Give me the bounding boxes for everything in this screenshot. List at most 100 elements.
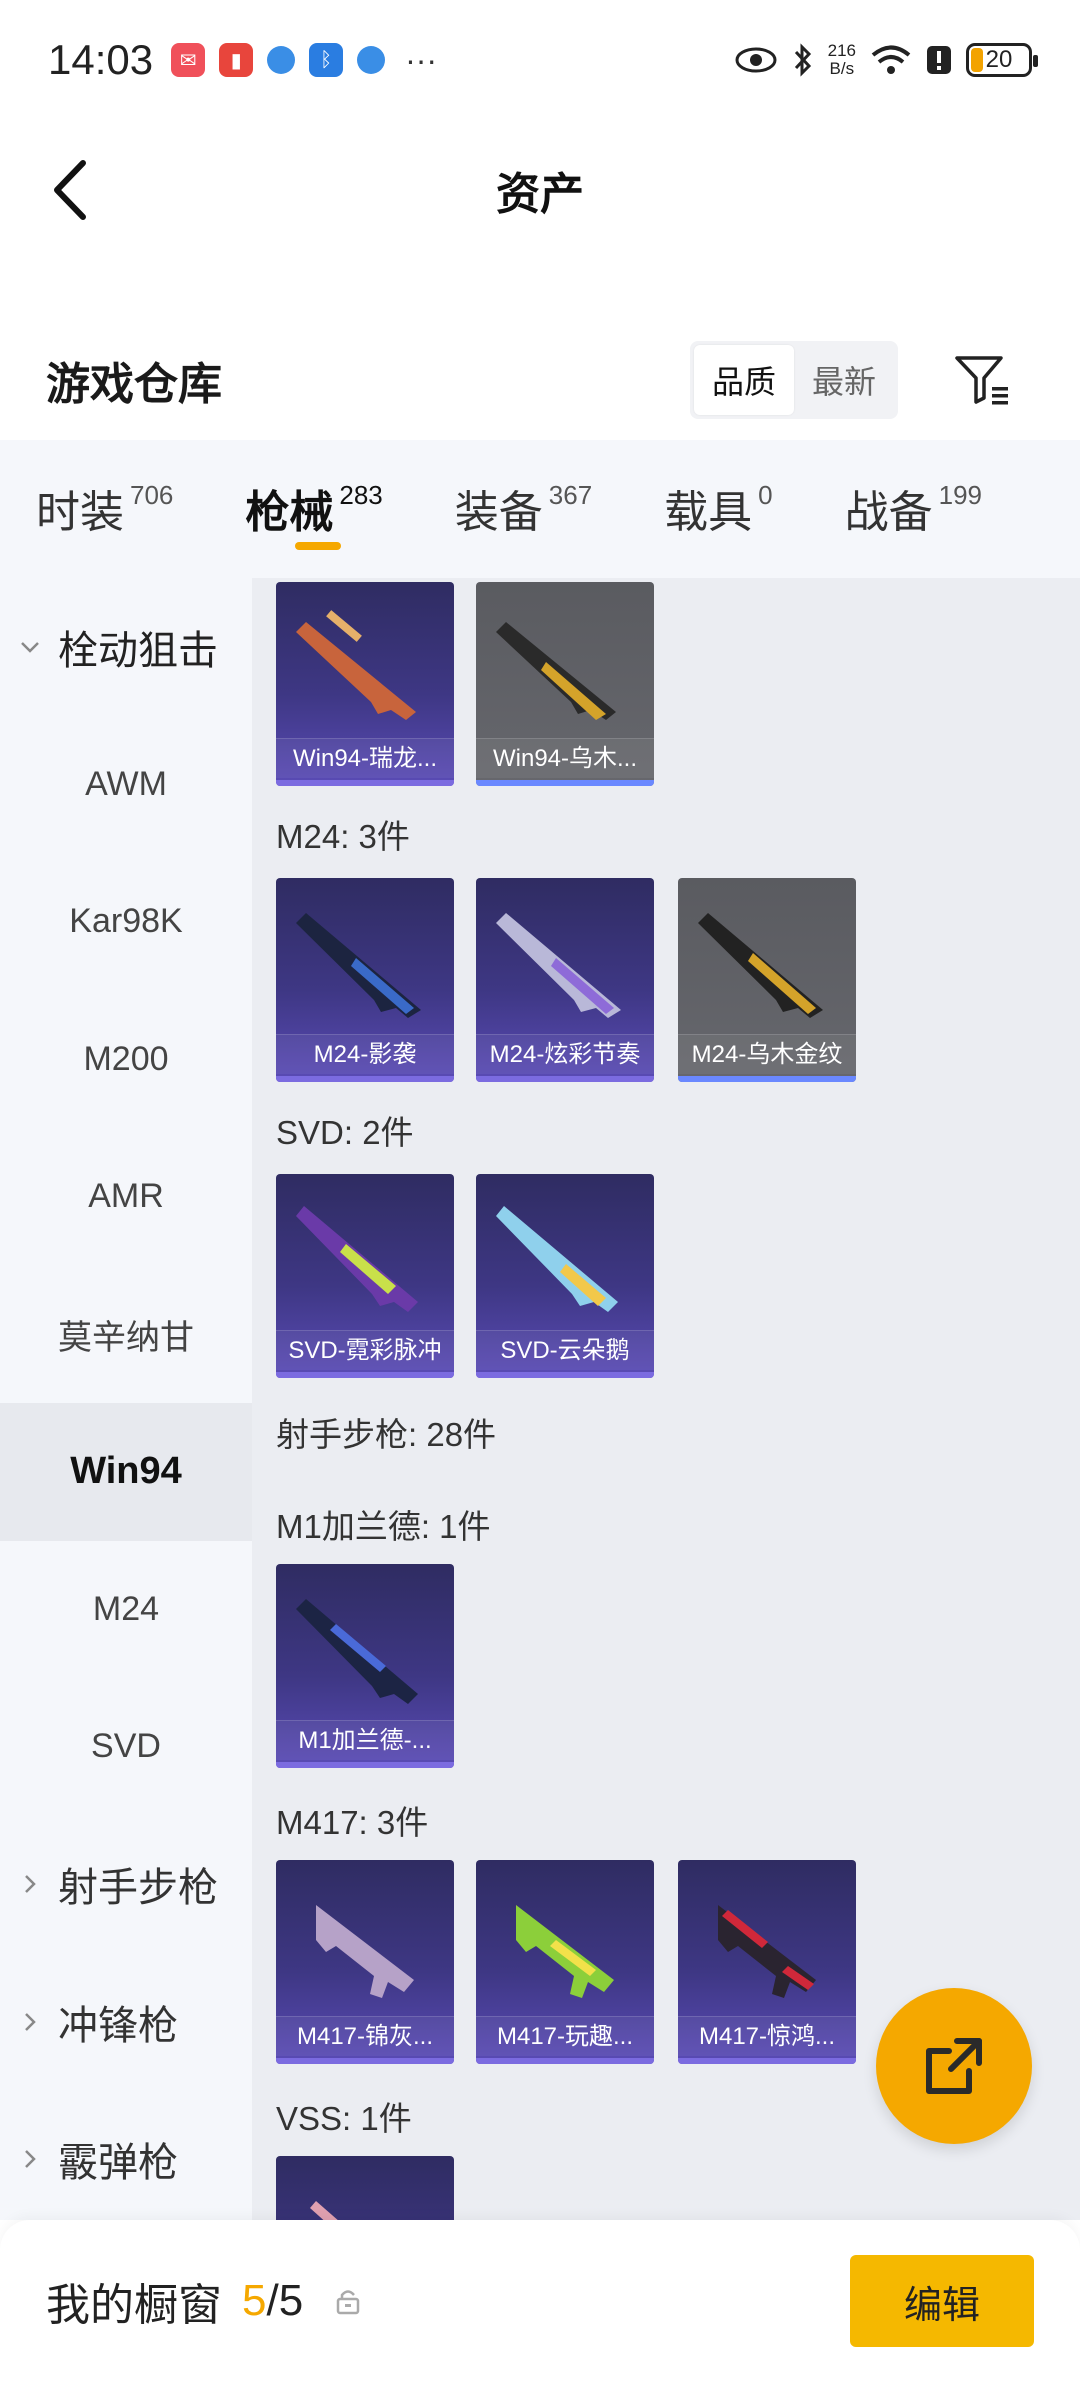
showcase-current: 5 — [242, 2276, 267, 2325]
rifle-icon — [496, 1206, 618, 1312]
item-card[interactable]: SVD-霓彩脉冲 — [276, 1174, 454, 1378]
sidebar-item-kar98k[interactable]: Kar98K — [0, 853, 252, 991]
active-tab-indicator — [295, 542, 342, 550]
rifle-icon — [516, 1905, 614, 1998]
lock-icon — [336, 2290, 360, 2315]
sidebar-item-label: 栓动狙击 — [58, 628, 218, 673]
tab-count: 0 — [758, 480, 773, 510]
bluetooth-app-icon: ᛒ — [309, 43, 344, 77]
showcase-separator: / — [266, 2276, 279, 2325]
status-time: 14:03 — [48, 36, 154, 83]
sidebar-item-label: SVD — [91, 1727, 161, 1766]
battery-alert-app-icon: ▮ — [219, 43, 254, 77]
mail-app-icon: ✉ — [171, 43, 206, 77]
item-card[interactable]: M417-惊鸿... — [678, 1860, 856, 2064]
rifle-icon — [310, 2201, 338, 2220]
sidebar-item-label: AWM — [85, 764, 167, 803]
sidebar-item-label: 霰弹枪 — [58, 2141, 178, 2186]
tab-equipment[interactable]: 装备 367 — [455, 476, 592, 540]
item-card[interactable]: M1加兰德-... — [276, 1564, 454, 1768]
browser-app-icon-2 — [357, 46, 386, 74]
sidebar-item-label: M200 — [83, 1039, 169, 1078]
tab-count: 706 — [130, 480, 174, 510]
rifle-icon — [496, 622, 616, 720]
sidebar-group-bolt-sniper[interactable]: 栓动狙击 — [0, 578, 252, 716]
weapon-grid: Win94-瑞龙... Win94-乌木... M24: 3件 M24-影袭 M… — [252, 578, 1080, 2220]
showcase-bar: 我的橱窗 5/5 编辑 — [0, 2220, 1080, 2382]
network-speed-unit: B/s — [829, 59, 855, 78]
group-label-m24: M24: 3件 — [276, 818, 410, 855]
sidebar-item-label: 射手步枪 — [58, 1866, 218, 1911]
app-header: 资产 — [0, 120, 1080, 260]
sidebar-item-mosin[interactable]: 莫辛纳甘 — [0, 1266, 252, 1404]
tab-count: 283 — [339, 480, 383, 510]
item-card[interactable] — [276, 2156, 454, 2220]
item-name: Win94-乌木... — [476, 738, 654, 778]
item-card[interactable]: SVD-云朵鹅 — [476, 1174, 654, 1378]
tab-label: 时装 — [36, 488, 124, 537]
rifle-icon — [496, 913, 621, 1018]
tab-guns[interactable]: 枪械 283 — [245, 476, 383, 550]
chevron-right-icon — [25, 2150, 36, 2169]
sidebar-item-label: AMR — [88, 1177, 164, 1216]
chevron-down-icon — [21, 641, 39, 653]
tab-supplies[interactable]: 战备 199 — [845, 476, 982, 540]
rarity-bar — [476, 2058, 654, 2064]
warehouse-title: 游戏仓库 — [46, 360, 222, 409]
item-card[interactable]: M24-影袭 — [276, 878, 454, 1082]
tab-vehicles[interactable]: 载具 0 — [664, 476, 772, 540]
sidebar-group-marksman[interactable]: 射手步枪 — [0, 1816, 252, 1954]
sidebar-item-label: Win94 — [70, 1450, 182, 1493]
sidebar-group-shotgun[interactable]: 霰弹枪 — [0, 2091, 252, 2229]
sidebar-item-m24[interactable]: M24 — [0, 1541, 252, 1679]
rarity-bar — [476, 780, 654, 786]
share-button[interactable] — [876, 1988, 1032, 2144]
item-card[interactable]: Win94-乌木... — [476, 582, 654, 786]
item-card[interactable]: M24-乌木金纹 — [678, 878, 856, 1082]
item-card[interactable]: Win94-瑞龙... — [276, 582, 454, 786]
alert-icon — [927, 46, 951, 74]
sidebar-item-svd[interactable]: SVD — [0, 1678, 252, 1816]
item-name: SVD-霓彩脉冲 — [276, 1330, 454, 1370]
item-card[interactable]: M417-玩趣... — [476, 1860, 654, 2064]
tab-fashion[interactable]: 时装 706 — [36, 476, 173, 540]
filter-button[interactable] — [950, 347, 1016, 413]
sidebar-item-win94[interactable]: Win94 — [0, 1403, 252, 1541]
group-label-m1garand: M1加兰德: 1件 — [276, 1508, 491, 1545]
warehouse-bar: 游戏仓库 品质 最新 — [0, 320, 1080, 440]
edit-button[interactable]: 编辑 — [850, 2255, 1034, 2347]
item-card[interactable]: M24-炫彩节奏 — [476, 878, 654, 1082]
sidebar-item-label: 莫辛纳甘 — [58, 1318, 194, 1357]
item-name: M417-玩趣... — [476, 2016, 654, 2056]
sidebar-item-amr[interactable]: AMR — [0, 1128, 252, 1266]
chevron-right-icon — [25, 2012, 36, 2031]
rifle-icon — [296, 1206, 418, 1312]
group-label-vss: VSS: 1件 — [276, 2100, 412, 2137]
item-card[interactable]: M417-锦灰... — [276, 1860, 454, 2064]
notification-icons: ✉ ▮ ᛒ ··· — [171, 42, 437, 79]
rarity-bar — [476, 1076, 654, 1082]
sort-latest-option[interactable]: 最新 — [794, 345, 894, 415]
sort-toggle: 品质 最新 — [689, 341, 898, 419]
item-name: M24-乌木金纹 — [678, 1034, 856, 1074]
chevron-right-icon — [25, 1875, 36, 1894]
rarity-bar — [678, 2058, 856, 2064]
battery-indicator: 20 — [966, 43, 1038, 77]
sidebar-item-awm[interactable]: AWM — [0, 716, 252, 854]
sidebar-group-smg[interactable]: 冲锋枪 — [0, 1953, 252, 2091]
eye-icon — [735, 47, 777, 73]
tab-count: 367 — [548, 480, 593, 510]
rifle-icon — [296, 610, 416, 720]
group-label-m417: M417: 3件 — [276, 1804, 429, 1841]
showcase-count: 5/5 — [242, 2276, 303, 2326]
rifle-icon — [316, 1905, 414, 1998]
sidebar-item-label: 冲锋枪 — [58, 2003, 178, 2048]
rifle-icon — [718, 1905, 816, 1998]
sort-quality-option[interactable]: 品质 — [693, 345, 794, 415]
item-name: M24-影袭 — [276, 1034, 454, 1074]
rifle-icon — [698, 913, 823, 1018]
group-label-svd: SVD: 2件 — [276, 1114, 414, 1151]
rarity-bar — [678, 1076, 856, 1082]
tab-label: 战备 — [844, 488, 933, 537]
sidebar-item-m200[interactable]: M200 — [0, 991, 252, 1129]
